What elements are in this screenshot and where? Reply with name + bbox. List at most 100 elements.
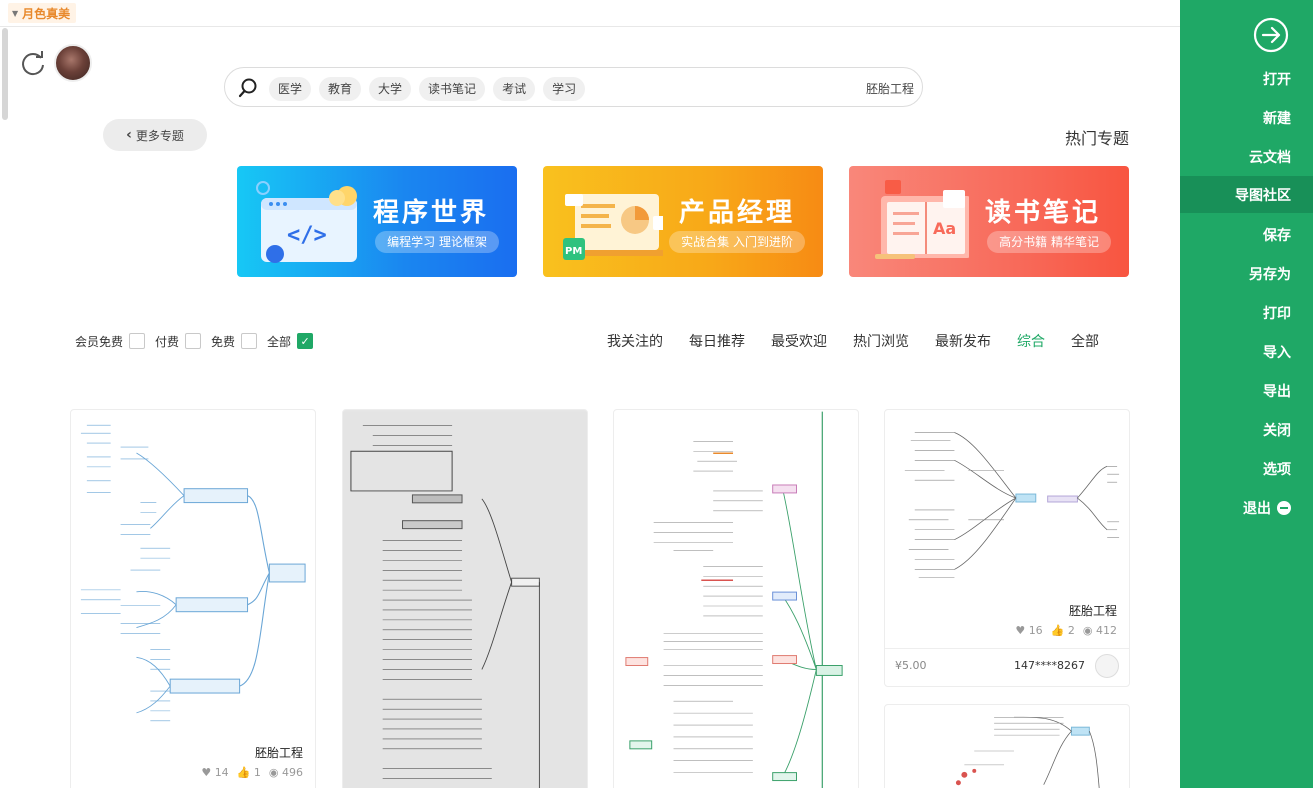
checkbox[interactable]	[129, 333, 146, 349]
svg-text:PM: PM	[565, 246, 582, 257]
favorites-count: 14	[214, 766, 229, 779]
laptop-chart-icon: PM	[563, 194, 663, 260]
card-title[interactable]: 胚胎工程	[1069, 602, 1117, 619]
user-avatar[interactable]	[54, 44, 92, 82]
thumbs-up-icon: 👍 1	[236, 766, 261, 779]
author-name[interactable]: 147****8267	[1014, 659, 1085, 672]
search-tag[interactable]: 读书笔记	[419, 77, 486, 101]
search-tag[interactable]: 大学	[369, 77, 412, 101]
more-topics-label: 更多专题	[135, 128, 184, 143]
checkbox-checked[interactable]: ✓	[297, 333, 314, 349]
menu-options[interactable]: 选项	[1180, 450, 1313, 487]
search-tag[interactable]: 教育	[319, 77, 362, 101]
eye-icon: ◉ 412	[1082, 624, 1117, 637]
chevron-left-icon: ‹	[126, 127, 132, 143]
menu-label: 导出	[1263, 383, 1291, 400]
menu-label: 退出	[1243, 500, 1271, 517]
mindmap-card[interactable]: 胚胎工程 ♥ 16 👍 2 ◉ 412 ¥5.00 147****8267	[884, 409, 1130, 687]
search-tags: 医学 教育 大学 读书笔记 考试 学习	[269, 77, 586, 101]
menu-exit[interactable]: 退出	[1180, 489, 1313, 526]
menu-label: 打开	[1263, 71, 1291, 88]
mindmap-card[interactable]: 胚胎工程 ♥ 14 👍 1 ◉ 496	[70, 409, 316, 788]
menu-label: 另存为	[1249, 266, 1291, 283]
card-footer: ¥5.00 147****8267	[885, 648, 1129, 686]
tab-daily-recommend[interactable]: 每日推荐	[689, 331, 745, 351]
card-stats: ♥ 16 👍 2 ◉ 412	[1015, 624, 1117, 637]
open-book-icon: Aa	[875, 180, 969, 259]
menu-label: 打印	[1263, 305, 1291, 322]
tab-following[interactable]: 我关注的	[607, 331, 663, 351]
menu-close[interactable]: 关闭	[1180, 411, 1313, 448]
menu-label: 导图社区	[1235, 187, 1291, 204]
filter-label: 免费	[211, 334, 236, 349]
search-tag[interactable]: 学习	[543, 77, 586, 101]
card-stats: ♥ 14 👍 1 ◉ 496	[201, 766, 303, 779]
workspace-dropdown[interactable]: ▼ 月色真美	[8, 3, 77, 23]
mindmap-thumbnail	[955, 716, 1100, 788]
tab-most-popular[interactable]: 最受欢迎	[771, 331, 827, 351]
menu-save[interactable]: 保存	[1180, 216, 1313, 253]
menu-label: 导入	[1263, 344, 1291, 361]
mindmap-thumbnail	[904, 432, 1120, 578]
filter-free[interactable]: 免费	[211, 333, 258, 350]
heart-icon: ♥ 14	[201, 766, 229, 779]
views-count: 412	[1096, 624, 1117, 637]
scrollbar[interactable]	[2, 28, 8, 120]
search-input[interactable]: 胚胎工程	[866, 80, 914, 97]
mindmap-thumbnail	[625, 411, 843, 788]
tab-all[interactable]: 全部	[1071, 331, 1099, 351]
heart-icon: ♥ 16	[1015, 624, 1043, 637]
menu-export[interactable]: 导出	[1180, 372, 1313, 409]
price-filters: 会员免费 付费 免费 全部 ✓	[75, 330, 314, 352]
menu-new[interactable]: 新建	[1180, 99, 1313, 136]
banner-subtitle: 编程学习 理论框架	[375, 231, 499, 253]
card-price: ¥5.00	[895, 659, 927, 672]
mindmap-card[interactable]	[342, 409, 588, 788]
banner-subtitle: 高分书籍 精华笔记	[987, 231, 1111, 253]
filter-paid[interactable]: 付费	[155, 333, 202, 350]
menu-import[interactable]: 导入	[1180, 333, 1313, 370]
mindmap-card[interactable]	[884, 704, 1130, 788]
banner-title: 程序世界	[372, 198, 489, 228]
back-arrow-icon[interactable]	[1252, 16, 1290, 54]
card-title[interactable]: 胚胎工程	[255, 744, 303, 761]
menu-open[interactable]: 打开	[1180, 60, 1313, 97]
checkbox[interactable]	[241, 333, 258, 349]
search-tag[interactable]: 医学	[269, 77, 312, 101]
likes-count: 1	[253, 766, 261, 779]
menu-label: 新建	[1263, 110, 1291, 127]
favorites-count: 16	[1028, 624, 1043, 637]
menu-save-as[interactable]: 另存为	[1180, 255, 1313, 292]
search-icon[interactable]	[237, 77, 259, 99]
menu-cloud-docs[interactable]: 云文档	[1180, 138, 1313, 175]
filter-label: 全部	[267, 334, 292, 349]
filter-member-free[interactable]: 会员免费	[75, 333, 146, 350]
checkbox[interactable]	[185, 333, 202, 349]
filter-label: 会员免费	[75, 334, 124, 349]
svg-text:</>: </>	[287, 223, 327, 248]
menu-print[interactable]: 打印	[1180, 294, 1313, 331]
sort-tabs: 我关注的 每日推荐 最受欢迎 热门浏览 最新发布 综合 全部	[607, 331, 1099, 351]
topic-banner-programming[interactable]: </> 程序世界 编程学习 理论框架	[237, 166, 517, 277]
tab-newest[interactable]: 最新发布	[935, 331, 991, 351]
filter-all[interactable]: 全部 ✓	[267, 333, 314, 350]
tab-hot-views[interactable]: 热门浏览	[853, 331, 909, 351]
exit-minus-icon	[1277, 500, 1291, 515]
side-menu: 打开 新建 云文档 导图社区 保存 另存为 打印 导入 导出 关闭 选项 退出	[1180, 0, 1313, 788]
banner-title: 产品经理	[678, 198, 795, 228]
menu-mindmap-community[interactable]: 导图社区	[1180, 176, 1313, 213]
tab-comprehensive[interactable]: 综合	[1017, 331, 1045, 351]
banner-title: 读书笔记	[984, 198, 1101, 228]
workspace-label: 月色真美	[22, 6, 71, 21]
refresh-icon[interactable]	[18, 48, 48, 78]
mindmap-card[interactable]	[613, 409, 859, 788]
svg-text:Aa: Aa	[933, 219, 956, 238]
topic-banner-product-manager[interactable]: PM 产品经理 实战合集 入门到进阶	[543, 166, 823, 277]
search-bar[interactable]: 医学 教育 大学 读书笔记 考试 学习 胚胎工程	[224, 67, 923, 107]
likes-count: 2	[1067, 624, 1075, 637]
author-avatar[interactable]	[1095, 654, 1119, 678]
menu-label: 保存	[1263, 227, 1291, 244]
topic-banner-reading-notes[interactable]: Aa 读书笔记 高分书籍 精华笔记	[849, 166, 1129, 277]
search-tag[interactable]: 考试	[493, 77, 536, 101]
more-topics-button[interactable]: ‹ 更多专题	[103, 119, 207, 151]
